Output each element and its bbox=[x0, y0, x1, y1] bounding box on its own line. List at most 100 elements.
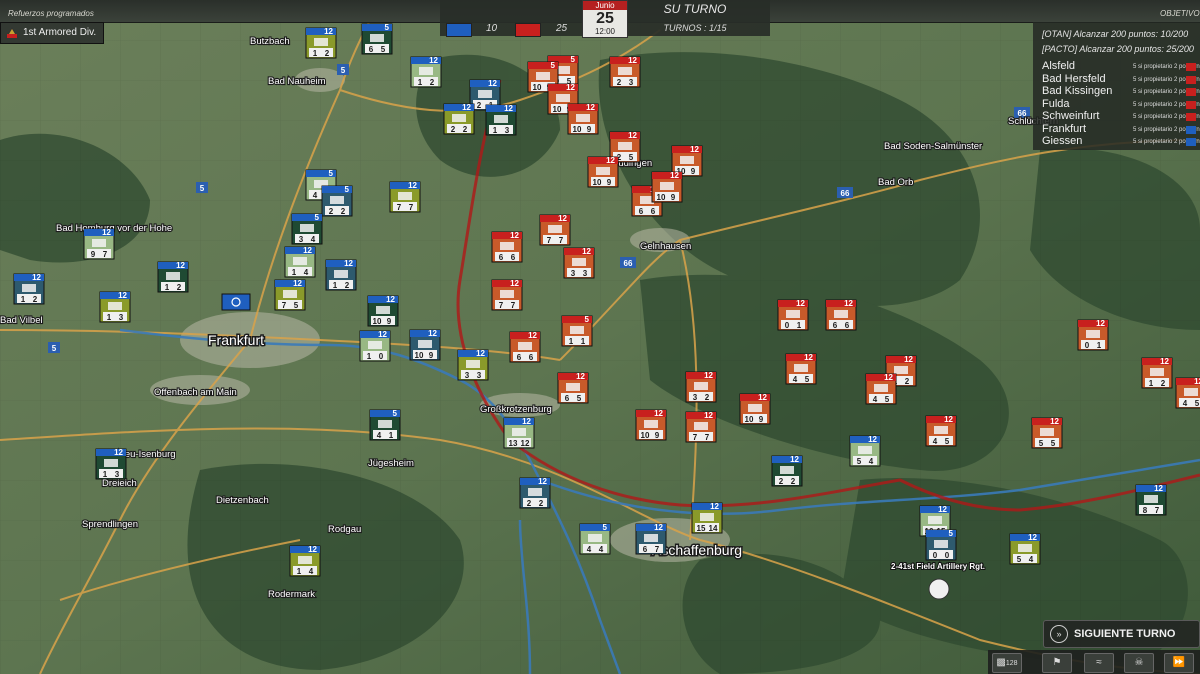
tactical-map[interactable]: 5 5 5 66 66 66 Butzbach Bad Nauheim Bad … bbox=[0, 0, 1200, 674]
flag-toggle-button[interactable]: ⚑ bbox=[1042, 653, 1072, 673]
unit-size: 12 bbox=[1096, 319, 1105, 328]
unit-attack: 3 bbox=[571, 269, 576, 278]
nato-unit-counter[interactable]: 5 4 4 bbox=[579, 523, 611, 555]
nato-unit-counter[interactable]: 56 5 bbox=[361, 23, 393, 55]
unit-attack: 6 bbox=[517, 353, 522, 362]
pact-unit-counter[interactable]: 12 3 2 bbox=[685, 371, 717, 403]
unit-defense: 7 bbox=[103, 250, 108, 259]
unit-defense: 3 bbox=[477, 371, 482, 380]
unit-defense: 0 bbox=[945, 551, 950, 560]
unit-attack: 4 bbox=[587, 545, 592, 554]
nato-unit-counter[interactable]: 12 5 4 bbox=[1009, 533, 1041, 565]
nato-unit-counter[interactable]: 12 1 3 bbox=[99, 291, 131, 323]
pact-unit-counter[interactable]: 12 10 9 bbox=[567, 103, 599, 135]
unit-attack: 8 bbox=[1143, 506, 1148, 515]
pact-unit-counter[interactable]: 12 0 1 bbox=[1077, 319, 1109, 351]
next-turn-button[interactable]: » SIGUIENTE TURNO bbox=[1043, 620, 1200, 648]
town-label: Butzbach bbox=[250, 36, 290, 47]
unit-size: 12 bbox=[868, 435, 877, 444]
nato-unit-counter[interactable]: 12 1 2 bbox=[410, 56, 442, 88]
pact-unit-counter[interactable]: 12 6 5 bbox=[557, 372, 589, 404]
nato-unit-counter[interactable]: 12 1 2 bbox=[305, 27, 337, 59]
nato-unit-counter[interactable]: 12 2 2 bbox=[519, 477, 551, 509]
nato-unit-counter[interactable]: 12 10 9 bbox=[409, 329, 441, 361]
nato-unit-counter[interactable]: 5 2 2 bbox=[321, 185, 353, 217]
pact-unit-counter[interactable]: 12 12 bbox=[1141, 357, 1173, 389]
pact-unit-counter[interactable]: 5 1 1 bbox=[561, 315, 593, 347]
unit-size: 12 bbox=[884, 373, 893, 382]
frankfurt-objective-marker[interactable] bbox=[221, 293, 251, 311]
nato-unit-counter[interactable]: 12 1 2 bbox=[325, 259, 357, 291]
nato-unit-counter[interactable]: 12 1 2 bbox=[157, 261, 189, 293]
unit-type-icon bbox=[928, 516, 942, 524]
pact-unit-counter[interactable]: 12 10 9 bbox=[651, 171, 683, 203]
nato-unit-counter[interactable]: 12 1 4 bbox=[284, 246, 316, 278]
selected-unit-name: 1st Armored Div. bbox=[23, 27, 97, 38]
pact-unit-counter[interactable]: 12 7 7 bbox=[685, 411, 717, 443]
nato-unit-counter[interactable]: 12 1 4 bbox=[289, 545, 321, 577]
nato-unit-counter[interactable]: 12 1 3 bbox=[95, 448, 127, 480]
pact-unit-counter[interactable]: 12 66 bbox=[491, 231, 523, 263]
nato-unit-counter[interactable]: 12 15 14 bbox=[691, 502, 723, 534]
unit-type-icon bbox=[283, 290, 297, 298]
unit-attack: 4 bbox=[1183, 399, 1188, 408]
pact-unit-counter[interactable]: 12 7 7 bbox=[539, 214, 571, 246]
pact-unit-counter[interactable]: 12 10 9 bbox=[739, 393, 771, 425]
unit-size: 12 bbox=[504, 104, 513, 113]
pact-unit-counter[interactable]: 12 10 9 bbox=[635, 409, 667, 441]
nato-unit-counter[interactable]: 5 3 4 bbox=[291, 213, 323, 245]
town-label: Rodgau bbox=[328, 524, 361, 535]
nato-unit-counter[interactable]: 12 6 7 bbox=[635, 523, 667, 555]
unit-size: 5 bbox=[603, 523, 608, 532]
nato-unit-counter[interactable]: 12 9 7 bbox=[83, 228, 115, 260]
pact-unit-counter[interactable]: 12 45 bbox=[865, 373, 897, 405]
unit-type-icon bbox=[700, 513, 714, 521]
nato-unit-counter[interactable]: 12 3 3 bbox=[457, 349, 489, 381]
unit-annotation: 2-41st Field Artillery Rgt. bbox=[891, 562, 985, 571]
objective-city-name: Bad Hersfeld bbox=[1042, 72, 1106, 85]
pact-unit-counter[interactable]: 12 45 bbox=[925, 415, 957, 447]
nato-unit-counter[interactable]: 12 1 2 bbox=[13, 273, 45, 305]
pact-unit-counter[interactable]: 12 66 bbox=[825, 299, 857, 331]
nato-unit-counter[interactable]: 12 1 3 bbox=[485, 104, 517, 136]
share-button[interactable]: ≈ bbox=[1084, 653, 1114, 673]
unit-size: 12 bbox=[704, 371, 713, 380]
pact-unit-counter[interactable]: 12 66 bbox=[509, 331, 541, 363]
fast-forward-button[interactable]: ⏩ bbox=[1164, 653, 1194, 673]
pact-unit-counter[interactable]: 12 5 5 bbox=[1031, 417, 1063, 449]
nato-unit-counter[interactable]: 12 1 0 bbox=[359, 330, 391, 362]
next-turn-label: SIGUIENTE TURNO bbox=[1074, 628, 1176, 640]
selected-unit-label[interactable]: 1st Armored Div. bbox=[0, 22, 104, 44]
units-toggle-button[interactable]: ▩128 bbox=[992, 653, 1022, 673]
unit-size: 12 bbox=[303, 246, 312, 255]
nato-unit-counter[interactable]: 12 10 9 bbox=[367, 295, 399, 327]
reinforcements-label[interactable]: Refuerzos programados bbox=[8, 9, 94, 18]
unit-attack: 3 bbox=[465, 371, 470, 380]
casualties-button[interactable]: ☠ bbox=[1124, 653, 1154, 673]
pact-unit-counter[interactable]: 12 45 bbox=[1175, 377, 1200, 409]
nato-unit-counter[interactable]: 12 7 5 bbox=[274, 279, 306, 311]
nato-unit-counter[interactable]: 12 2 2 bbox=[443, 103, 475, 135]
pact-unit-counter[interactable]: 12 45 bbox=[785, 353, 817, 385]
nato-unit-counter[interactable]: 12 2 2 bbox=[771, 455, 803, 487]
town-label: Bad Soden-Salmünster bbox=[884, 141, 982, 152]
nato-unit-counter[interactable]: 12 8 7 bbox=[1135, 484, 1167, 516]
unit-defense: 2 bbox=[33, 295, 38, 304]
nato-unit-counter[interactable]: 12 5 4 bbox=[849, 435, 881, 467]
unit-defense: 1 bbox=[581, 337, 586, 346]
objective-label[interactable]: OBJETIVO bbox=[1160, 9, 1200, 18]
pact-unit-counter[interactable]: 12 2 3 bbox=[609, 56, 641, 88]
nato-unit-counter[interactable]: 5 41 bbox=[369, 409, 401, 441]
nato-unit-counter[interactable]: 5 0 0 bbox=[925, 529, 957, 561]
town-label: Offenbach am Main bbox=[154, 387, 237, 398]
nato-unit-counter[interactable]: 12 7 7 bbox=[389, 181, 421, 213]
pact-unit-counter[interactable]: 12 3 3 bbox=[563, 247, 595, 279]
pact-unit-counter[interactable]: 12 7 7 bbox=[491, 279, 523, 311]
unit-defense: 7 bbox=[511, 301, 516, 310]
pact-unit-counter[interactable]: 12 0 1 bbox=[777, 299, 809, 331]
pact-unit-counter[interactable]: 12 10 9 bbox=[587, 156, 619, 188]
unit-attack: 4 bbox=[873, 395, 878, 404]
unit-attack: 7 bbox=[282, 301, 287, 310]
nato-unit-counter[interactable]: 1213 12 bbox=[503, 417, 535, 449]
unit-attack: 6 bbox=[565, 394, 570, 403]
